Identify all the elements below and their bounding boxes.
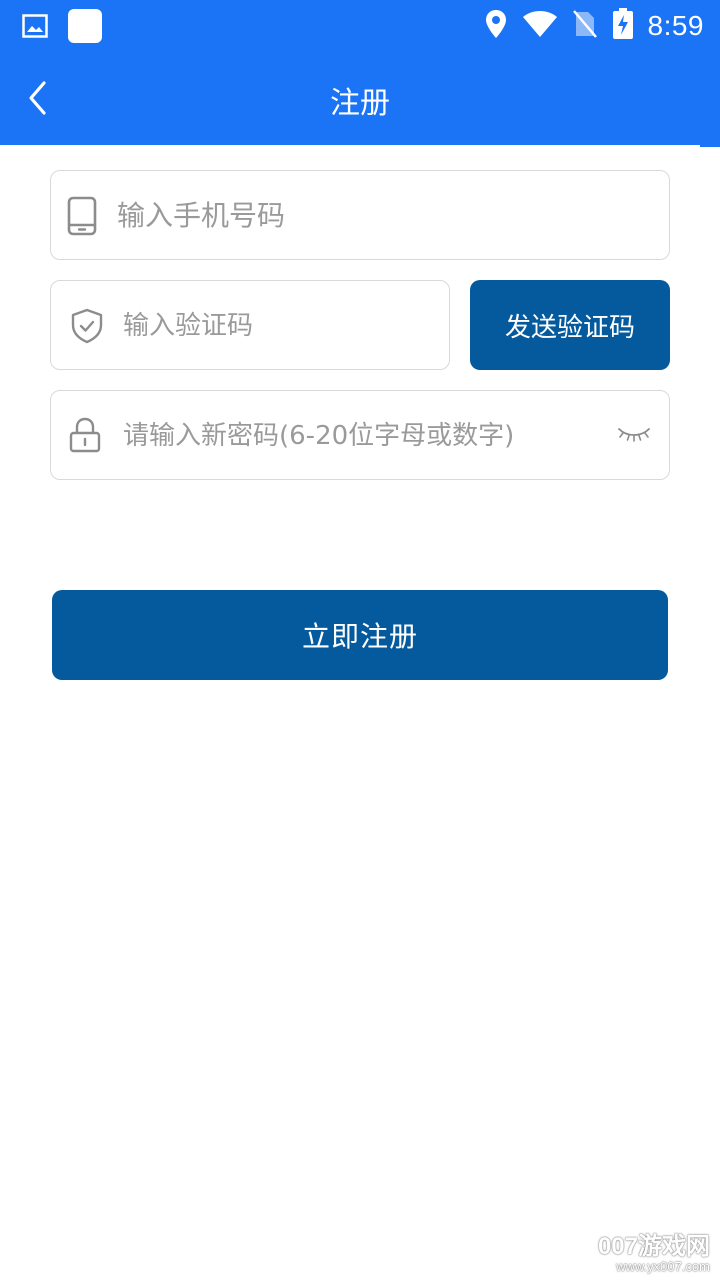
password-input[interactable]: [123, 417, 593, 455]
phone-field[interactable]: [50, 170, 670, 260]
phone-icon: [67, 196, 97, 240]
password-field[interactable]: [50, 390, 670, 480]
eye-closed-icon[interactable]: [617, 425, 651, 447]
header-edge: [700, 145, 720, 147]
no-sim-icon: [572, 9, 598, 43]
watermark-main: 007游戏网: [597, 1233, 710, 1260]
status-time: 8:59: [647, 10, 704, 41]
battery-charging-icon: [612, 8, 634, 44]
phone-input[interactable]: [117, 195, 647, 235]
app-header: 注册: [0, 50, 720, 145]
location-icon: [484, 9, 508, 43]
code-input[interactable]: [123, 307, 433, 345]
lock-icon: [68, 417, 102, 457]
shield-check-icon: [70, 308, 104, 348]
app-square-icon: [68, 9, 102, 47]
watermark: 007游戏网 www.yx007.com: [598, 1234, 710, 1274]
send-code-button[interactable]: 发送验证码: [470, 280, 670, 370]
code-field[interactable]: [50, 280, 450, 370]
register-button[interactable]: 立即注册: [52, 590, 668, 680]
watermark-sub: www.yx007.com: [616, 1259, 710, 1274]
page-title: 注册: [330, 86, 390, 121]
status-bar: 8:59: [0, 0, 720, 50]
gallery-icon: [22, 14, 48, 42]
wifi-icon: [522, 10, 558, 42]
